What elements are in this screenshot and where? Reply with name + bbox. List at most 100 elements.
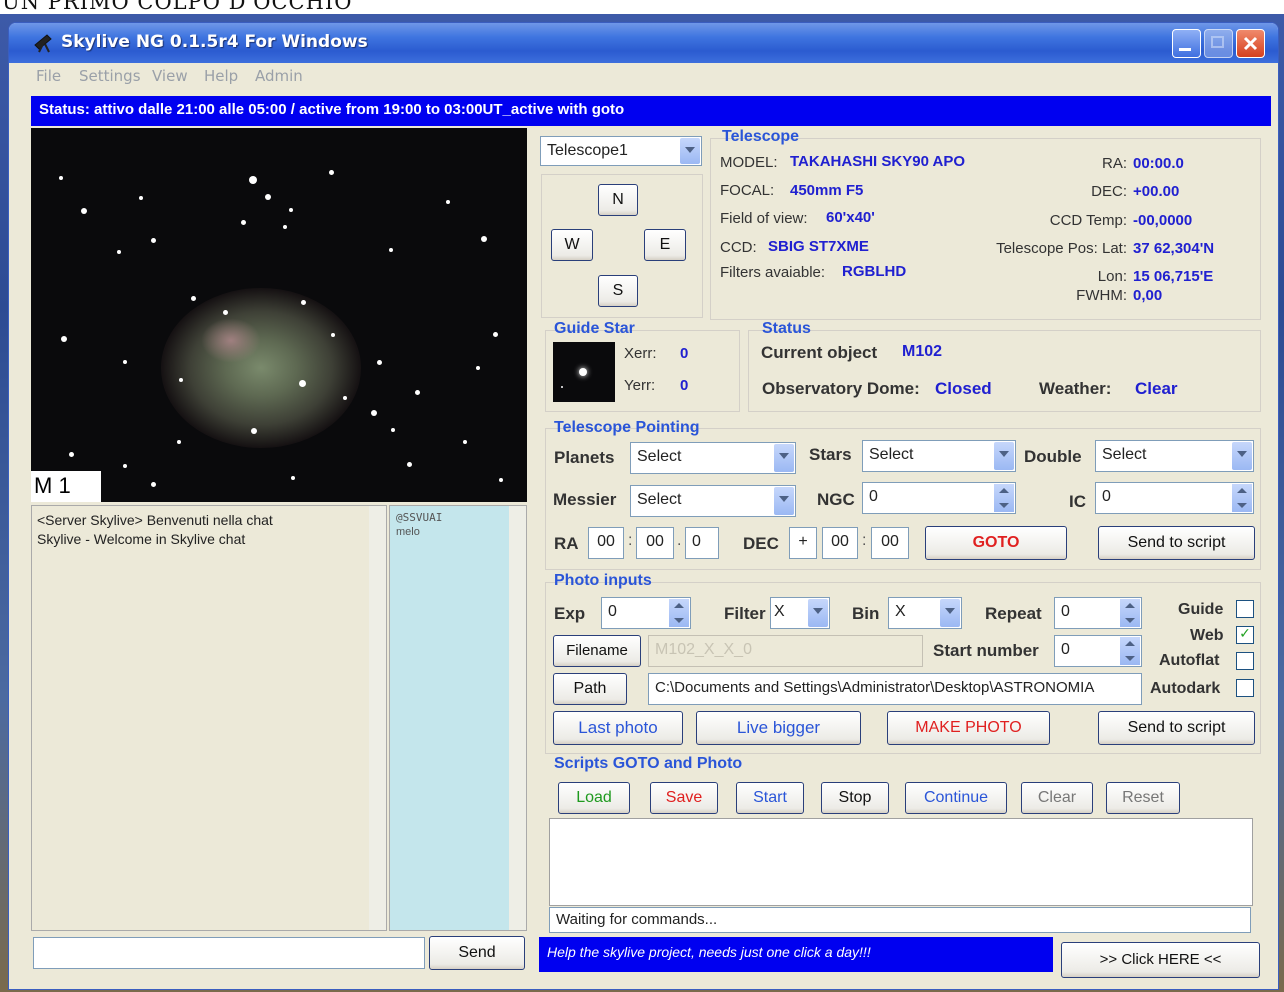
chat-input[interactable] <box>33 937 425 969</box>
lon-label: Lon: <box>1097 268 1127 285</box>
script-reset-button[interactable]: Reset <box>1106 782 1180 814</box>
click-here-button[interactable]: >> Click HERE << <box>1061 942 1260 978</box>
star <box>81 208 87 214</box>
page-caption: UN PRIMO COLPO D'OCCHIO <box>0 0 1284 14</box>
star <box>61 336 67 342</box>
repeat-spinner[interactable]: 0 <box>1054 597 1142 629</box>
script-editor[interactable] <box>549 818 1253 906</box>
ra-minutes-input[interactable]: 00 <box>636 527 674 559</box>
last-photo-button[interactable]: Last photo <box>553 711 683 745</box>
star <box>329 170 334 175</box>
menu-view[interactable]: View <box>152 67 188 85</box>
ra-seconds-input[interactable]: 0 <box>685 527 719 559</box>
ra-input-label: RA <box>554 534 579 553</box>
start-number-spinner[interactable]: 0 <box>1054 635 1142 667</box>
south-button[interactable]: S <box>598 275 638 307</box>
star <box>391 428 395 432</box>
dome-label: Observatory Dome: <box>762 379 920 398</box>
ccd-value: SBIG ST7XME <box>768 238 869 255</box>
spinner-arrows-icon[interactable] <box>994 484 1014 512</box>
bin-select[interactable]: X <box>888 597 962 629</box>
support-banner[interactable]: Help the skylive project, needs just one… <box>539 937 1053 972</box>
dec-input-label: DEC <box>743 534 779 553</box>
script-load-button[interactable]: Load <box>558 782 630 814</box>
spinner-arrows-icon[interactable] <box>1120 637 1140 665</box>
filename-input[interactable]: M102_X_X_0 <box>648 635 923 667</box>
star <box>476 366 480 370</box>
close-icon <box>1243 36 1258 51</box>
west-button[interactable]: W <box>551 229 593 261</box>
script-start-button[interactable]: Start <box>736 782 804 814</box>
photo-header: Photo inputs <box>554 572 652 589</box>
ra-hours-input[interactable]: 00 <box>588 527 624 559</box>
messier-select[interactable]: Select <box>630 485 796 517</box>
make-photo-button[interactable]: MAKE PHOTO <box>887 711 1050 745</box>
telescope-select[interactable]: Telescope1 <box>540 136 702 166</box>
ic-spinner[interactable]: 0 <box>1095 482 1254 514</box>
guide-checkbox[interactable] <box>1236 600 1254 618</box>
guide-star-header: Guide Star <box>554 320 635 337</box>
star <box>343 396 347 400</box>
chat-log[interactable]: <Server Skylive> Benvenuti nella chat Sk… <box>31 505 387 931</box>
exp-spinner[interactable]: 0 <box>601 597 691 629</box>
chat-user-list[interactable]: @SSVUAI melo <box>389 505 527 931</box>
dec-minutes-input[interactable]: 00 <box>871 527 909 559</box>
start-number-label: Start number <box>933 641 1039 660</box>
east-button[interactable]: E <box>644 229 686 261</box>
star <box>291 476 295 480</box>
chat-user[interactable]: @SSVUAI <box>396 511 442 524</box>
star <box>499 478 503 482</box>
script-stop-button[interactable]: Stop <box>821 782 889 814</box>
ngc-spinner[interactable]: 0 <box>862 482 1016 514</box>
spinner-arrows-icon[interactable] <box>1232 484 1252 512</box>
repeat-label: Repeat <box>985 604 1042 623</box>
filename-button[interactable]: Filename <box>553 635 641 667</box>
close-button[interactable] <box>1236 29 1265 58</box>
autoflat-checkbox[interactable] <box>1236 652 1254 670</box>
menu-admin[interactable]: Admin <box>255 67 303 85</box>
script-log: Waiting for commands... <box>549 907 1251 933</box>
filter-select[interactable]: X <box>770 597 830 629</box>
fwhm-label: FWHM: <box>1076 287 1127 304</box>
planets-select[interactable]: Select <box>630 442 796 474</box>
menu-settings[interactable]: Settings <box>79 67 141 85</box>
path-button[interactable]: Path <box>553 673 627 705</box>
script-continue-button[interactable]: Continue <box>905 782 1007 814</box>
goto-button[interactable]: GOTO <box>925 526 1067 560</box>
double-select[interactable]: Select <box>1095 440 1254 472</box>
spinner-arrows-icon[interactable] <box>1120 599 1140 627</box>
script-save-button[interactable]: Save <box>650 782 718 814</box>
dec-degrees-input[interactable]: 00 <box>822 527 858 559</box>
chevron-down-icon <box>994 442 1014 470</box>
yerr-label: Yerr: <box>624 377 656 394</box>
star <box>389 248 393 252</box>
north-button[interactable]: N <box>598 184 638 216</box>
star <box>117 250 121 254</box>
double-select-value: Select <box>1102 446 1147 463</box>
minimize-button[interactable] <box>1172 29 1201 58</box>
title-bar[interactable]: Skylive NG 0.1.5r4 For Windows <box>9 23 1278 63</box>
chat-send-button[interactable]: Send <box>429 936 525 970</box>
lat-value: 37 62,304'N <box>1133 240 1215 257</box>
chat-scrollbar[interactable] <box>369 506 386 930</box>
live-bigger-button[interactable]: Live bigger <box>696 711 861 745</box>
pointing-send-to-script-button[interactable]: Send to script <box>1098 526 1255 560</box>
autoflat-label: Autoflat <box>1159 652 1220 669</box>
web-checkbox[interactable]: ✓ <box>1236 626 1254 644</box>
star <box>223 310 228 315</box>
users-scrollbar[interactable] <box>509 506 526 930</box>
dec-sign-input[interactable]: + <box>789 527 817 559</box>
messier-select-value: Select <box>637 491 682 508</box>
autodark-checkbox[interactable] <box>1236 679 1254 697</box>
stars-select[interactable]: Select <box>862 440 1016 472</box>
spinner-arrows-icon[interactable] <box>669 599 689 627</box>
photo-send-to-script-button[interactable]: Send to script <box>1098 711 1255 745</box>
menu-help[interactable]: Help <box>204 67 238 85</box>
chevron-down-icon <box>774 444 794 472</box>
script-clear-button[interactable]: Clear <box>1021 782 1093 814</box>
maximize-button[interactable] <box>1204 29 1233 58</box>
web-label: Web <box>1190 627 1224 644</box>
menu-file[interactable]: File <box>36 67 61 85</box>
path-input[interactable]: C:\Documents and Settings\Administrator\… <box>648 673 1142 705</box>
chat-user[interactable]: melo <box>396 526 420 538</box>
